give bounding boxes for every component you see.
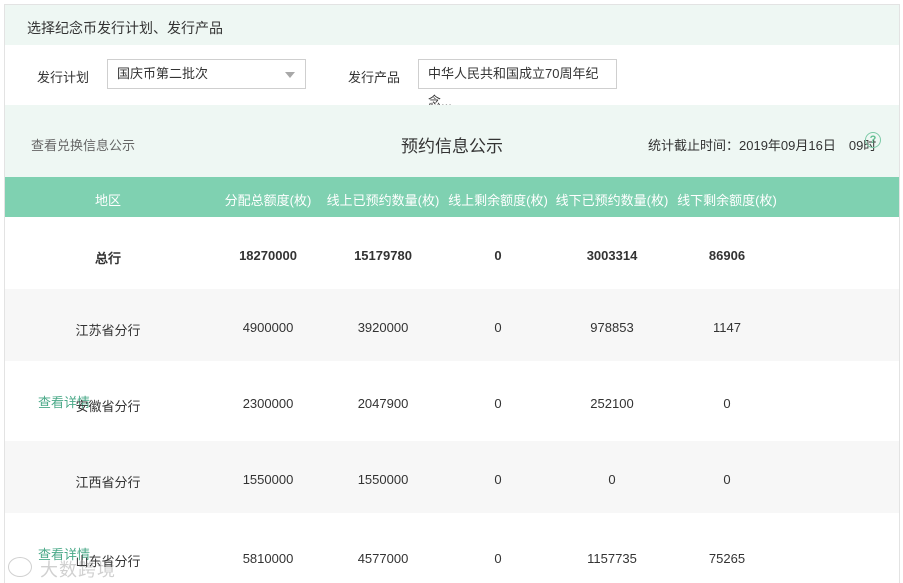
watermark-logo-icon bbox=[8, 557, 32, 577]
table-row: 查看详情 山东省分行 5810000 4577000 0 1157735 752… bbox=[5, 513, 899, 583]
plan-select-value: 国庆币第二批次 bbox=[117, 66, 209, 81]
cell-offline-reserved: 0 bbox=[608, 472, 616, 487]
cell-total: 1550000 bbox=[242, 472, 294, 487]
col-offline-remaining: 线下剩余额度(枚) bbox=[677, 193, 777, 208]
product-label: 发行产品 bbox=[348, 70, 401, 85]
cell-offline-remaining: 86906 bbox=[708, 248, 746, 263]
top-bar: 选择纪念币发行计划、发行产品 bbox=[5, 5, 899, 45]
cell-region: 安徽省分行 bbox=[75, 399, 141, 414]
filter-bar: 发行计划 国庆币第二批次 发行产品 中华人民共和国成立70周年纪念... bbox=[5, 45, 899, 109]
cell-online-remaining: 0 bbox=[494, 248, 502, 263]
cell-total: 5810000 bbox=[242, 551, 294, 566]
col-online-remaining: 线上剩余额度(枚) bbox=[448, 193, 548, 208]
page-title: 选择纪念币发行计划、发行产品 bbox=[27, 20, 223, 36]
cell-online-remaining: 0 bbox=[494, 551, 502, 566]
plan-select[interactable]: 国庆币第二批次 bbox=[107, 59, 306, 89]
col-region: 地区 bbox=[94, 193, 122, 208]
stat-time: 统计截止时间：2019年09月16日 09时 bbox=[648, 138, 877, 153]
cell-region: 江苏省分行 bbox=[75, 323, 141, 338]
cell-online-reserved: 3920000 bbox=[357, 320, 409, 335]
view-exchange-link[interactable]: 查看兑换信息公示 bbox=[31, 135, 135, 154]
cell-offline-reserved: 978853 bbox=[590, 320, 634, 335]
cell-online-reserved: 4577000 bbox=[357, 551, 409, 566]
product-select[interactable]: 中华人民共和国成立70周年纪念... bbox=[418, 59, 617, 109]
cell-online-reserved: 2047900 bbox=[357, 396, 409, 411]
col-online-reserved: 线上已预约数量(枚) bbox=[326, 193, 440, 208]
info-bar: 查看兑换信息公示 预约信息公示 统计截止时间：2019年09月16日 09时 ? bbox=[5, 105, 899, 177]
cell-offline-reserved: 3003314 bbox=[586, 248, 638, 263]
cell-online-remaining: 0 bbox=[494, 320, 502, 335]
col-offline-reserved: 线下已预约数量(枚) bbox=[555, 193, 669, 208]
cell-offline-remaining: 75265 bbox=[708, 551, 746, 566]
cell-offline-reserved: 1157735 bbox=[587, 551, 637, 566]
cell-region: 江西省分行 bbox=[75, 475, 141, 490]
cell-total: 2300000 bbox=[242, 396, 294, 411]
cell-total: 4900000 bbox=[242, 320, 294, 335]
cell-offline-remaining: 0 bbox=[723, 472, 731, 487]
table-row: 江西省分行 1550000 1550000 0 0 0 bbox=[5, 441, 899, 513]
cell-offline-remaining: 1147 bbox=[713, 320, 741, 335]
cell-offline-remaining: 0 bbox=[723, 396, 731, 411]
cell-region: 总行 bbox=[94, 251, 122, 266]
cell-online-reserved: 1550000 bbox=[357, 472, 409, 487]
chevron-down-icon bbox=[285, 72, 295, 78]
table-header: 地区 分配总额度(枚) 线上已预约数量(枚) 线上剩余额度(枚) 线下已预约数量… bbox=[5, 177, 899, 217]
table-row: 江苏省分行 4900000 3920000 0 978853 1147 bbox=[5, 289, 899, 361]
cell-online-remaining: 0 bbox=[494, 472, 502, 487]
section-title: 预约信息公示 bbox=[401, 137, 503, 156]
product-select-value: 中华人民共和国成立70周年纪念... bbox=[428, 66, 599, 109]
cell-offline-reserved: 252100 bbox=[590, 396, 634, 411]
help-icon[interactable]: ? bbox=[865, 132, 881, 148]
cell-online-reserved: 15179780 bbox=[354, 248, 412, 263]
plan-label: 发行计划 bbox=[37, 70, 90, 85]
col-total: 分配总额度(枚) bbox=[224, 193, 312, 208]
cell-online-remaining: 0 bbox=[494, 396, 502, 411]
table-row: 查看详情 安徽省分行 2300000 2047900 0 252100 0 bbox=[5, 361, 899, 441]
table-row: 总行 18270000 15179780 0 3003314 86906 bbox=[5, 217, 899, 289]
page-frame: 选择纪念币发行计划、发行产品 发行计划 国庆币第二批次 发行产品 中华人民共和国… bbox=[4, 4, 900, 583]
cell-total: 18270000 bbox=[239, 248, 297, 263]
watermark: 大数跨境 bbox=[40, 560, 116, 580]
